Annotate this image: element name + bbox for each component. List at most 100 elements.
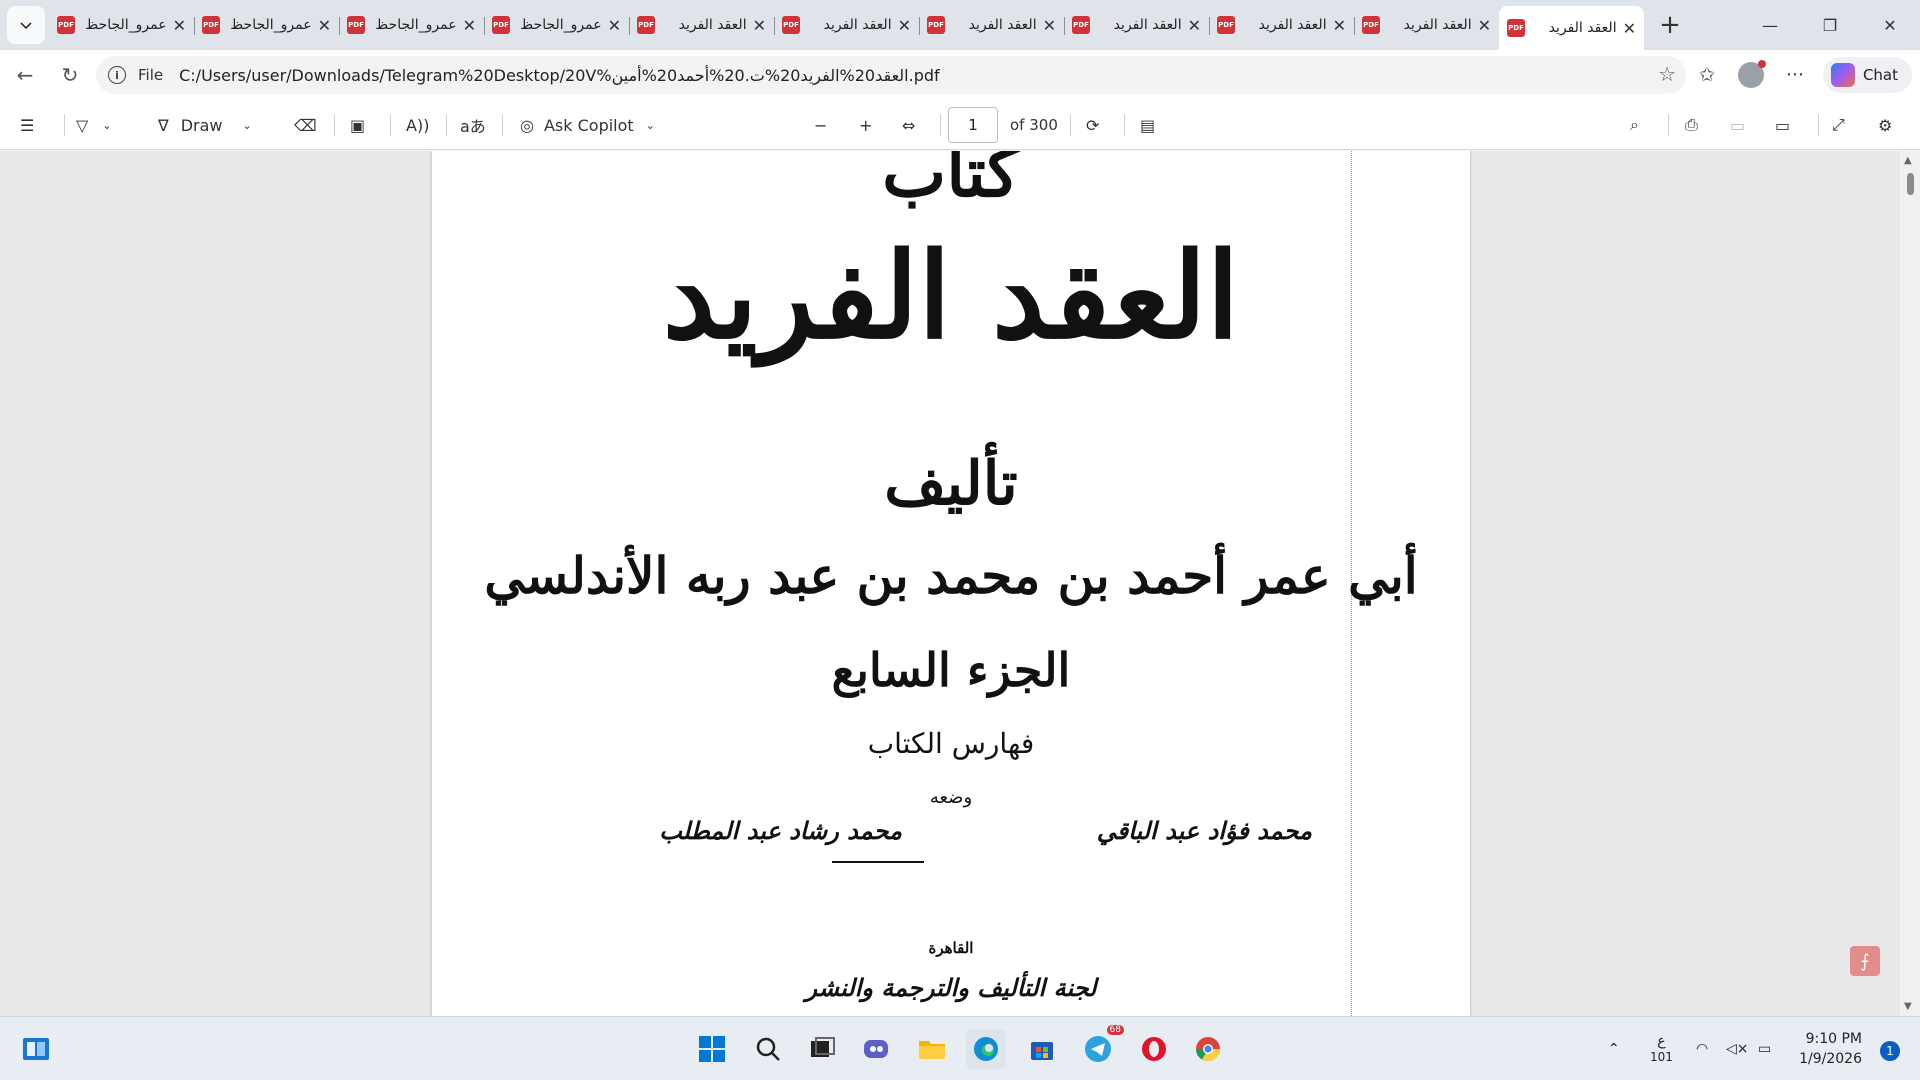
address-bar[interactable]: i File C:/Users/user/Downloads/Telegram%…	[96, 56, 1686, 94]
start-button[interactable]	[692, 1029, 732, 1069]
close-window-button[interactable]: ✕	[1860, 0, 1920, 50]
tab[interactable]: PDF العقد الفريد ✕	[1064, 6, 1209, 44]
zoom-out-button[interactable]: −	[814, 107, 827, 143]
chevron-down-icon: ⌄	[102, 118, 112, 132]
notification-badge[interactable]: 1	[1880, 1041, 1900, 1061]
print-button[interactable]: ⎙	[1685, 107, 1698, 143]
favorites-button[interactable]: ✩	[1685, 53, 1729, 97]
tab[interactable]: PDF العقد الفريد ✕	[1209, 6, 1354, 44]
ask-copilot-button[interactable]: ◎ Ask Copilot ⌄	[520, 107, 655, 143]
minimize-button[interactable]: —	[1740, 0, 1800, 50]
tab[interactable]: PDF عمرو_الجاحظ ✕	[194, 6, 339, 44]
page-view-button[interactable]: ▤	[1140, 107, 1155, 143]
pen-icon: ∇	[158, 115, 169, 135]
tab-close-icon[interactable]: ✕	[1188, 16, 1201, 35]
new-tab-button[interactable]: +	[1652, 7, 1688, 43]
opera-app-button[interactable]	[1134, 1029, 1174, 1069]
battery-button[interactable]: ▭	[1758, 1017, 1771, 1080]
task-view-icon	[811, 1037, 835, 1057]
scroll-up-arrow-icon[interactable]: ▲	[1904, 155, 1912, 166]
tab[interactable]: PDF عمرو_الجاحظ ✕	[484, 6, 629, 44]
tab-close-icon[interactable]: ✕	[1478, 16, 1491, 35]
tab-active[interactable]: PDF العقد الفريد ✕	[1499, 6, 1644, 50]
highlight-button[interactable]: ▽ ⌄	[76, 107, 112, 143]
tab-close-icon[interactable]: ✕	[1623, 19, 1636, 38]
refresh-button[interactable]: ↻	[50, 55, 90, 95]
widgets-button[interactable]	[16, 1029, 56, 1069]
add-text-button[interactable]: ▣	[350, 107, 365, 143]
vertical-scrollbar[interactable]: ▲ ▼	[1900, 151, 1920, 1016]
camera-chat-icon	[864, 1040, 888, 1058]
draw-button[interactable]: ∇ Draw ⌄	[158, 107, 252, 143]
toolbar-divider	[446, 114, 447, 136]
refresh-icon: ↻	[61, 63, 79, 87]
pdf-file-icon: PDF	[1507, 19, 1525, 37]
acrobat-icon[interactable]: ⨍	[1850, 946, 1880, 976]
tab-close-icon[interactable]: ✕	[463, 16, 476, 35]
text-box-icon: ▣	[350, 115, 366, 135]
tab[interactable]: PDF العقد الفريد ✕	[919, 6, 1064, 44]
tab-close-icon[interactable]: ✕	[898, 16, 911, 35]
show-hidden-icons-button[interactable]: ⌃	[1608, 1017, 1620, 1080]
pdf-settings-button[interactable]: ⚙	[1878, 107, 1892, 143]
tab-close-icon[interactable]: ✕	[1333, 16, 1346, 35]
clock[interactable]: 9:10 PM 1/9/2026	[1799, 1029, 1862, 1069]
zoom-in-button[interactable]: +	[859, 107, 872, 143]
tab[interactable]: PDF عمرو_الجاحظ ✕	[339, 6, 484, 44]
save-button[interactable]: ▭	[1730, 107, 1745, 143]
copilot-chat-button[interactable]: Chat	[1822, 57, 1912, 93]
rotate-button[interactable]: ⟳	[1086, 107, 1099, 143]
read-aloud-button[interactable]: A))	[406, 107, 429, 143]
fullscreen-button[interactable]: ⤢	[1832, 107, 1845, 143]
file-explorer-button[interactable]	[912, 1029, 952, 1069]
tab-close-icon[interactable]: ✕	[753, 16, 766, 35]
document-viewer[interactable]: كتاب العقد الفريد تأليف أبي عمر أحمد بن …	[0, 151, 1920, 1016]
doc-talif: تأليف	[884, 449, 1018, 519]
back-button[interactable]: ←	[5, 55, 45, 95]
doc-part: الجزء السابع	[831, 643, 1071, 697]
pdf-file-icon: PDF	[202, 16, 220, 34]
chrome-app-button[interactable]	[1188, 1029, 1228, 1069]
input-language-button[interactable]: ع 101	[1650, 1017, 1673, 1080]
restore-button[interactable]: ❐	[1800, 0, 1860, 50]
find-button[interactable]: ⌕	[1630, 107, 1639, 143]
doc-title: العقد الفريد	[662, 226, 1240, 365]
telegram-app-button[interactable]: 68	[1078, 1025, 1124, 1069]
taskbar-search-button[interactable]	[748, 1029, 788, 1069]
tab[interactable]: PDF العقد الفريد ✕	[774, 6, 919, 44]
translate-button[interactable]: aあ	[460, 107, 486, 143]
network-button[interactable]: ◠	[1696, 1017, 1708, 1080]
save-as-button[interactable]: ▭	[1775, 107, 1790, 143]
plus-icon: +	[859, 115, 873, 135]
scroll-down-arrow-icon[interactable]: ▼	[1904, 1001, 1912, 1012]
tab-close-icon[interactable]: ✕	[608, 16, 621, 35]
taskbar: 68 ⌃ ع 101 ◠ ◁× ▭ 9:10 PM 1/9/2026 1	[0, 1016, 1920, 1080]
page-number-input[interactable]	[948, 107, 998, 143]
tab[interactable]: PDF عمرو_الجاحظ ✕	[49, 6, 194, 44]
url-text[interactable]: C:/Users/user/Downloads/Telegram%20Deskt…	[179, 66, 940, 85]
more-menu-button[interactable]: ···	[1773, 53, 1817, 97]
edge-app-button[interactable]	[966, 1029, 1006, 1069]
doc-editor-1: محمد فؤاد عبد الباقي	[1096, 816, 1312, 845]
volume-button[interactable]: ◁×	[1726, 1017, 1749, 1080]
tab-close-icon[interactable]: ✕	[318, 16, 331, 35]
profile-button[interactable]	[1729, 53, 1773, 97]
store-app-button[interactable]	[1022, 1029, 1062, 1069]
meet-app-button[interactable]	[856, 1029, 896, 1069]
chevron-up-icon: ⌃	[1608, 1041, 1620, 1057]
table-of-contents-button[interactable]: ☰	[20, 107, 34, 143]
clock-time: 9:10 PM	[1805, 1031, 1862, 1047]
favorite-star-icon[interactable]: ☆	[1658, 62, 1676, 86]
task-view-button[interactable]	[802, 1029, 842, 1069]
telegram-unread-badge: 68	[1106, 1025, 1124, 1035]
tab-close-icon[interactable]: ✕	[173, 16, 186, 35]
tab[interactable]: PDF العقد الفريد ✕	[1354, 6, 1499, 44]
tab-close-icon[interactable]: ✕	[1043, 16, 1056, 35]
fit-to-width-button[interactable]: ⇔	[902, 107, 915, 143]
scroll-thumb[interactable]	[1907, 173, 1914, 195]
site-info-icon[interactable]: i	[108, 66, 126, 84]
language-sub-label: 101	[1650, 1050, 1673, 1064]
tab-actions-menu-button[interactable]	[7, 6, 45, 44]
erase-button[interactable]: ⌫	[294, 107, 317, 143]
tab[interactable]: PDF العقد الفريد ✕	[629, 6, 774, 44]
